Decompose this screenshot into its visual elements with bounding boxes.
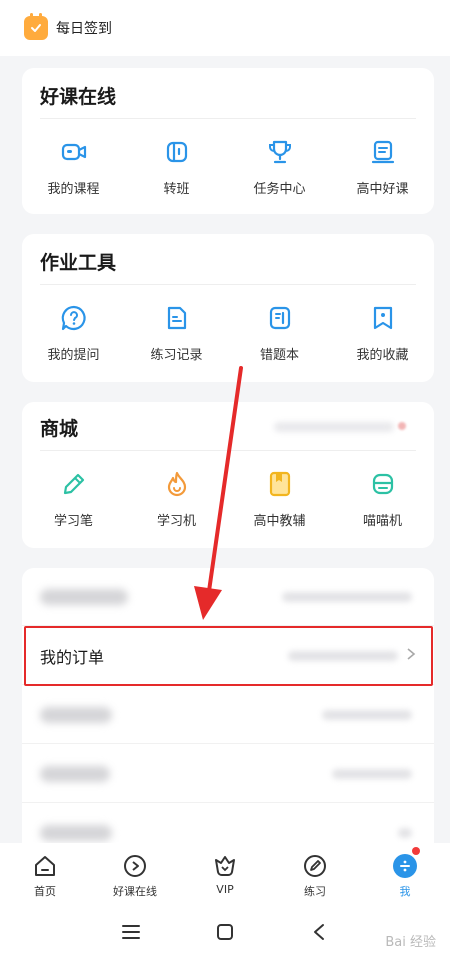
vip-icon	[212, 853, 238, 879]
tab-home[interactable]: 首页	[0, 843, 90, 903]
menu-icon[interactable]	[119, 920, 143, 944]
tab-practice[interactable]: 练习	[270, 843, 360, 903]
tab-label: 练习	[304, 885, 326, 898]
watermark: Bai 经验	[385, 935, 436, 950]
back-icon[interactable]	[307, 920, 331, 944]
home-square-icon[interactable]	[213, 920, 237, 944]
me-icon	[392, 853, 418, 879]
tab-label: VIP	[216, 883, 234, 896]
bottom-tab-bar: 首页 好课在线 VIP 练习 我	[0, 843, 450, 903]
notification-badge	[412, 847, 420, 855]
tab-label: 首页	[34, 885, 56, 898]
tab-vip[interactable]: VIP	[180, 843, 270, 903]
annotation-arrow	[194, 366, 243, 620]
tab-courses-online[interactable]: 好课在线	[90, 843, 180, 903]
tab-label: 好课在线	[113, 885, 157, 898]
play-icon	[122, 853, 148, 879]
tab-me[interactable]: 我	[360, 843, 450, 903]
tab-label: 我	[399, 885, 411, 898]
home-icon	[32, 853, 58, 879]
pencil-circle-icon	[302, 853, 328, 879]
system-nav-bar	[0, 903, 450, 960]
